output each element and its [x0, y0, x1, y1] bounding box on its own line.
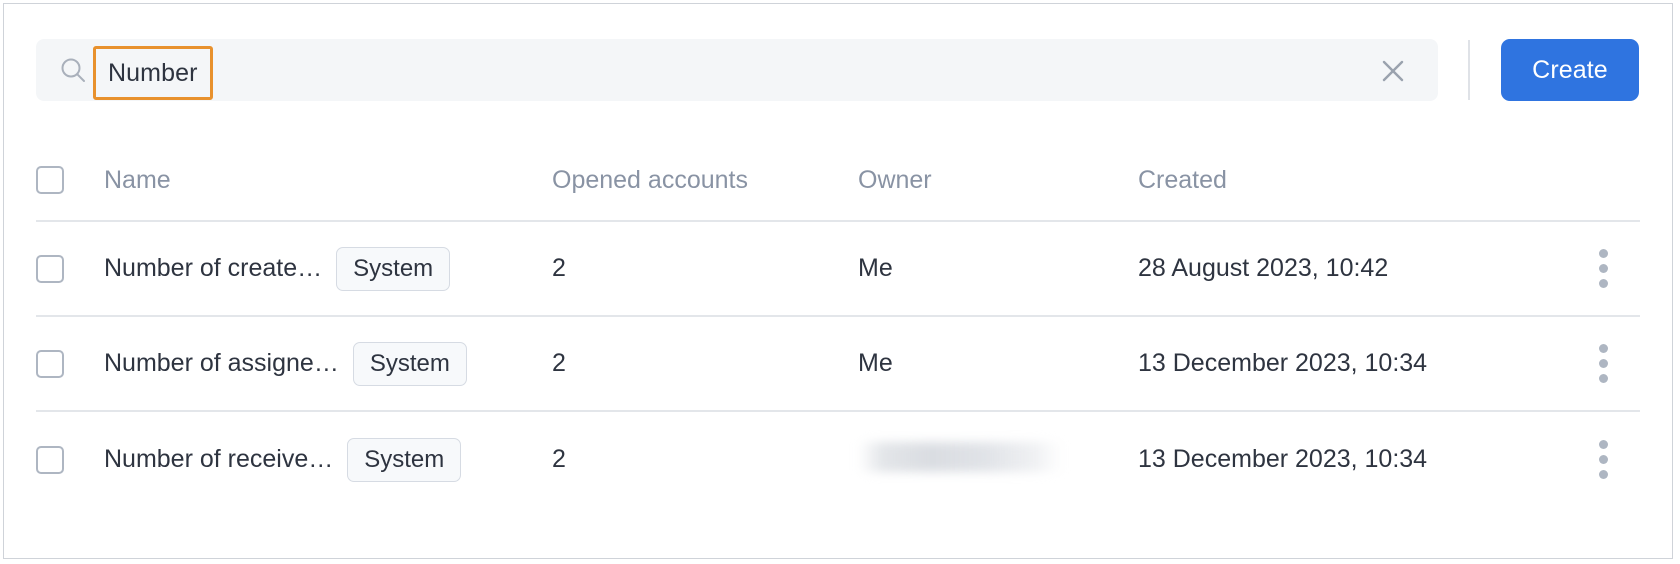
opened-accounts-value: 2 — [552, 254, 566, 282]
table-header-row: Name Opened accounts Owner Created — [36, 140, 1640, 222]
created-value: 28 August 2023, 10:42 — [1138, 254, 1389, 282]
record-name[interactable]: Number of receive… — [104, 445, 333, 474]
owner-value: Me — [858, 254, 893, 282]
record-type-tag[interactable]: System — [336, 246, 451, 291]
created-value: 13 December 2023, 10:34 — [1138, 349, 1428, 377]
cell-actions — [1566, 338, 1640, 389]
cell-created: 28 August 2023, 10:42 — [1138, 254, 1566, 283]
cell-opened-accounts: 2 — [552, 254, 858, 283]
column-header-owner-label: Owner — [858, 165, 932, 194]
close-icon[interactable] — [1380, 58, 1406, 84]
column-header-name[interactable]: Name — [104, 166, 552, 195]
record-type-tag[interactable]: System — [347, 437, 462, 482]
row-select-cell — [36, 349, 104, 378]
column-header-opened-accounts[interactable]: Opened accounts — [552, 166, 858, 195]
table-row[interactable]: Number of receive… System 2 13 December … — [36, 412, 1640, 507]
kebab-menu-icon[interactable] — [1589, 243, 1618, 294]
record-name[interactable]: Number of create… — [104, 254, 322, 283]
table-row[interactable]: Number of create… System 2 Me 28 August … — [36, 222, 1640, 317]
record-type-tag[interactable]: System — [352, 341, 467, 386]
cell-owner — [858, 442, 1138, 477]
app-window: Number Create Name Opened accounts Owner… — [3, 3, 1673, 559]
cell-name: Number of receive… System — [104, 437, 552, 482]
created-value: 13 December 2023, 10:34 — [1138, 445, 1428, 473]
create-button[interactable]: Create — [1501, 39, 1639, 101]
search-input[interactable]: Number — [108, 59, 198, 88]
column-header-created-label: Created — [1138, 165, 1227, 194]
row-select-cell — [36, 254, 104, 283]
cell-created: 13 December 2023, 10:34 — [1138, 349, 1566, 378]
select-all-cell — [36, 166, 104, 194]
row-select-cell — [36, 445, 104, 474]
toolbar: Number Create — [4, 4, 1672, 140]
cell-name: Number of assigne… System — [104, 341, 552, 386]
owner-redacted-value — [858, 442, 1063, 472]
row-checkbox[interactable] — [36, 254, 64, 283]
column-header-owner[interactable]: Owner — [858, 166, 1138, 195]
kebab-menu-icon[interactable] — [1589, 434, 1618, 485]
kebab-menu-icon[interactable] — [1589, 338, 1618, 389]
row-checkbox[interactable] — [36, 445, 64, 474]
column-header-name-label: Name — [104, 165, 171, 194]
row-checkbox[interactable] — [36, 349, 64, 378]
column-header-created[interactable]: Created — [1138, 166, 1566, 195]
opened-accounts-value: 2 — [552, 445, 566, 473]
cell-owner: Me — [858, 254, 1138, 283]
select-all-checkbox[interactable] — [36, 166, 64, 194]
cell-opened-accounts: 2 — [552, 349, 858, 378]
toolbar-divider — [1468, 40, 1470, 100]
column-header-opened-accounts-label: Opened accounts — [552, 165, 748, 194]
owner-value: Me — [858, 349, 893, 377]
search-bar[interactable]: Number — [36, 39, 1438, 101]
cell-name: Number of create… System — [104, 246, 552, 291]
cell-opened-accounts: 2 — [552, 445, 858, 474]
search-icon — [59, 56, 87, 84]
table-row[interactable]: Number of assigne… System 2 Me 13 Decemb… — [36, 317, 1640, 412]
search-input-highlight: Number — [93, 46, 213, 100]
cell-actions — [1566, 434, 1640, 485]
cell-created: 13 December 2023, 10:34 — [1138, 445, 1566, 474]
records-table: Name Opened accounts Owner Created Numbe… — [4, 140, 1672, 507]
cell-owner: Me — [858, 349, 1138, 378]
record-name[interactable]: Number of assigne… — [104, 349, 339, 378]
opened-accounts-value: 2 — [552, 349, 566, 377]
cell-actions — [1566, 243, 1640, 294]
